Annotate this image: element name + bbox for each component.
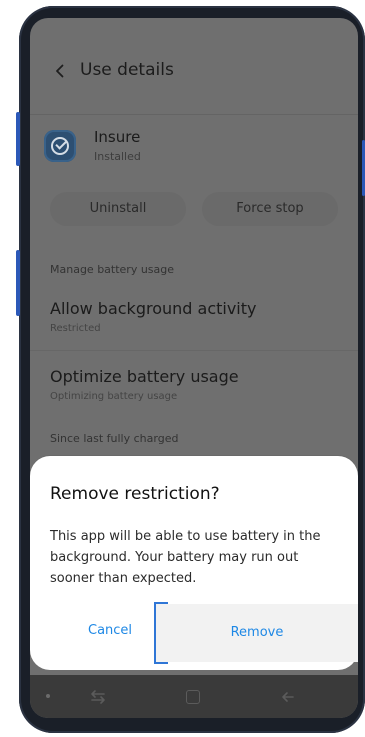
focus-bracket-icon	[154, 602, 170, 664]
optimize-battery-subtitle: Optimizing battery usage	[50, 391, 178, 402]
allow-background-activity-title: Allow background activity	[50, 299, 257, 318]
app-icon	[44, 130, 76, 162]
optimize-battery-title: Optimize battery usage	[50, 367, 239, 386]
back-arrow-icon[interactable]	[276, 685, 300, 709]
app-status: Installed	[94, 150, 141, 163]
dialog-title: Remove restriction?	[50, 484, 220, 504]
app-name: Insure	[94, 128, 141, 146]
action-buttons: Uninstall Force stop	[30, 184, 358, 234]
app-info-row: Insure Installed	[30, 115, 358, 181]
back-icon[interactable]	[51, 62, 69, 80]
optimize-battery-row[interactable]: Optimize battery usage Optimizing batter…	[30, 367, 358, 423]
volume-up-button	[16, 112, 20, 166]
navigation-bar	[30, 675, 358, 718]
remove-button[interactable]: Remove	[156, 604, 358, 662]
manage-battery-section-label: Manage battery usage	[50, 263, 175, 276]
focus-bracket-top	[154, 602, 168, 604]
nav-dot	[46, 694, 50, 698]
dialog-body: This app will be able to use battery in …	[50, 529, 321, 586]
home-icon[interactable]	[182, 685, 206, 709]
focus-bracket-bottom	[154, 662, 168, 664]
allow-background-activity-subtitle: Restricted	[50, 323, 101, 334]
stage: Use details Insure Installed Uninstall F…	[0, 0, 365, 737]
force-stop-button[interactable]: Force stop	[202, 192, 338, 226]
home-icon-shape	[186, 690, 200, 704]
volume-down-button	[16, 250, 20, 316]
app-bar: Use details	[30, 18, 358, 115]
remove-restriction-dialog: Remove restriction? This app will be abl…	[30, 456, 358, 670]
divider	[30, 350, 358, 351]
dialog-actions: Cancel Remove	[30, 602, 358, 664]
page-title: Use details	[80, 60, 174, 80]
since-charged-section-label: Since last fully charged	[50, 432, 179, 445]
cancel-button[interactable]: Cancel	[88, 623, 132, 638]
phone-screen: Use details Insure Installed Uninstall F…	[30, 18, 358, 718]
recent-apps-icon[interactable]	[86, 685, 110, 709]
uninstall-button[interactable]: Uninstall	[50, 192, 186, 226]
allow-background-activity-row[interactable]: Allow background activity Restricted	[30, 299, 358, 355]
